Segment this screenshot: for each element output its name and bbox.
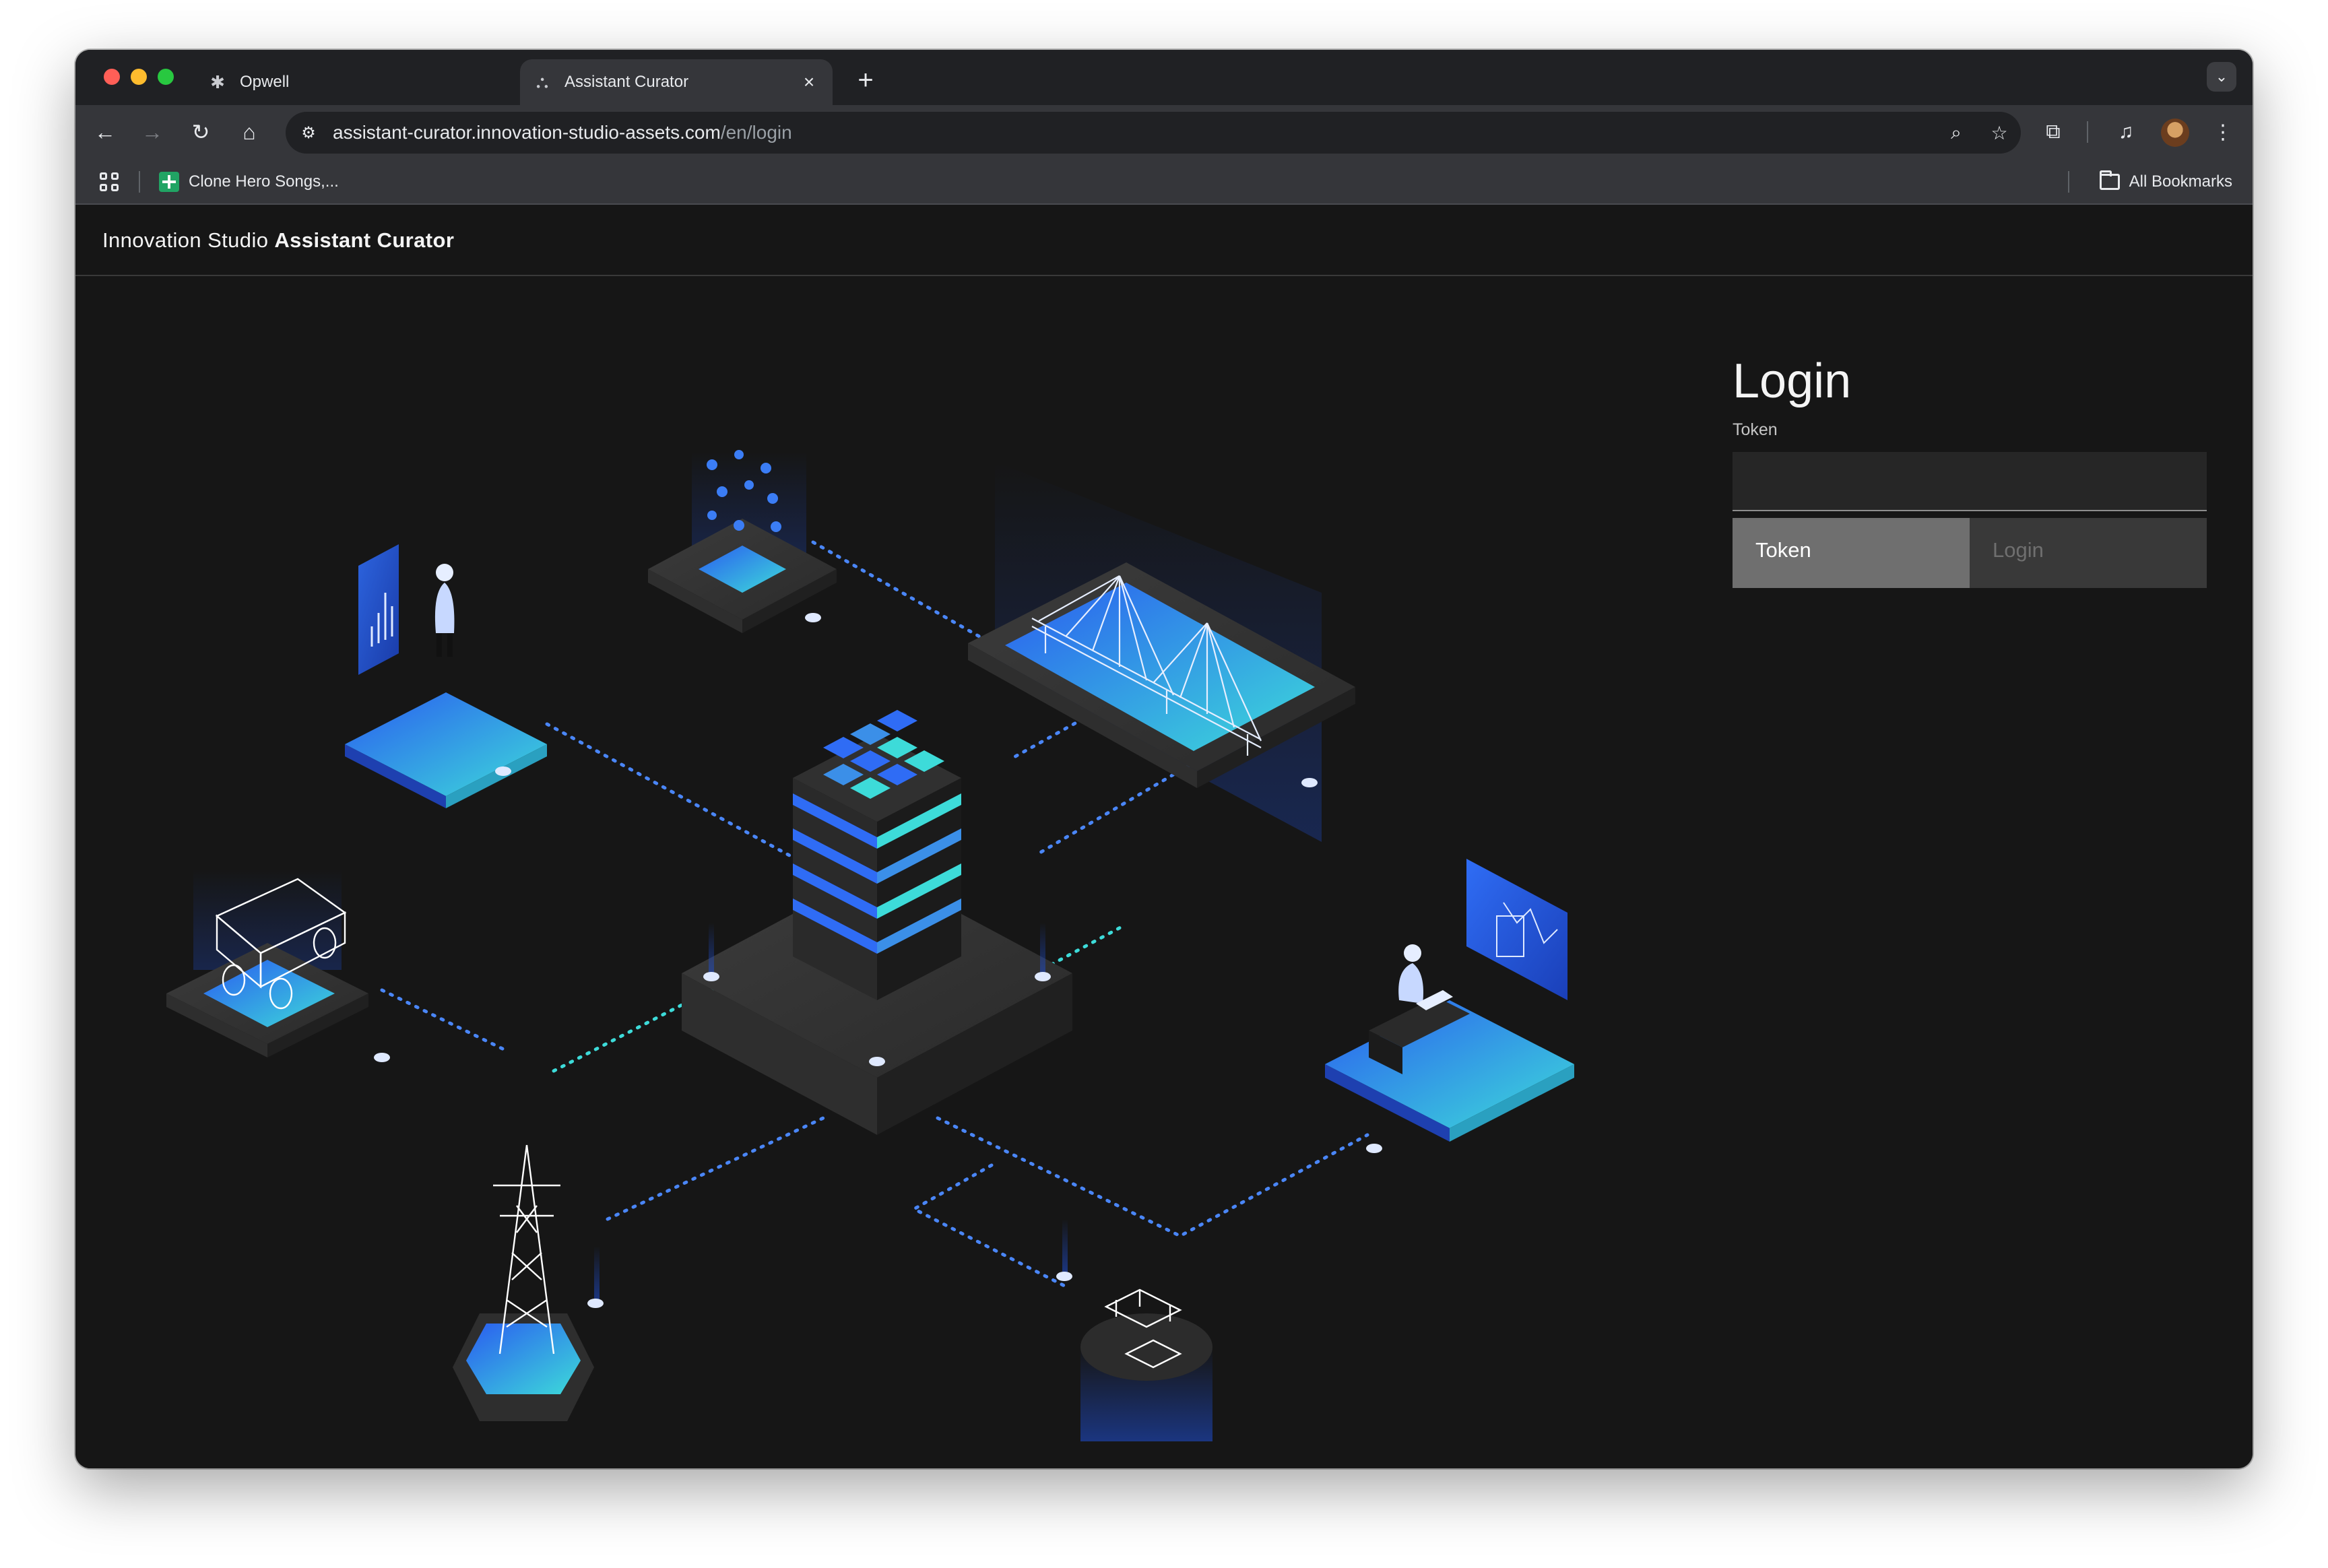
analyst-desk-platform (1325, 859, 1574, 1153)
opwell-icon: ✱ (210, 71, 225, 92)
scientist-platform (345, 544, 547, 808)
close-tab-icon[interactable]: × (798, 71, 820, 94)
tab-strip: ✱ Opwell × ⛬ Assistant Curator × + ⌄ (75, 50, 2253, 105)
url-path: /en/login (720, 122, 792, 143)
site-info-icon[interactable]: ⚙ (294, 118, 323, 148)
profile-avatar[interactable] (2161, 119, 2189, 147)
tab-search-button[interactable]: ⌄ (2207, 62, 2236, 92)
login-form: Login Token Token Login (1733, 357, 2207, 588)
new-tab-button[interactable]: + (850, 65, 881, 96)
back-button[interactable]: ← (89, 116, 121, 148)
all-bookmarks-label: All Bookmarks (2129, 172, 2232, 191)
mining-truck-platform (166, 869, 390, 1062)
extensions-icon[interactable]: ⧉ (2037, 116, 2069, 148)
apps-grid-icon[interactable] (97, 170, 121, 194)
token-label: Token (1733, 420, 1778, 439)
browser-window: ✱ Opwell × ⛬ Assistant Curator × + ⌄ ← →… (75, 50, 2253, 1468)
menu-kebab-icon[interactable]: ⋮ (2207, 116, 2239, 148)
bookmark-label: Clone Hero Songs,... (189, 172, 339, 191)
tab-title: Opwell (240, 73, 290, 91)
home-button[interactable]: ⌂ (233, 116, 265, 148)
toolbar-separator (2087, 121, 2088, 143)
isometric-illustration (166, 450, 1574, 1441)
close-window-button[interactable] (104, 69, 120, 85)
address-bar[interactable]: ⚙ assistant-curator.innovation-studio-as… (286, 112, 2021, 154)
bridge-platform (968, 461, 1355, 842)
brand-prefix: Innovation Studio (102, 228, 269, 252)
zoom-icon[interactable]: ⌕ (1941, 118, 1971, 148)
page-content: Innovation Studio Assistant Curator Logi… (75, 206, 2253, 1468)
token-button[interactable]: Token (1733, 518, 1970, 588)
architecture-drum-platform (1056, 1219, 1212, 1441)
media-controls-icon[interactable]: ♫ (2110, 116, 2142, 148)
login-button-row: Token Login (1733, 518, 2207, 588)
maximize-window-button[interactable] (158, 69, 174, 85)
app-header: Innovation Studio Assistant Curator (75, 206, 2253, 276)
bookmarks-separator (139, 171, 140, 193)
url-host: assistant-curator.innovation-studio-asse… (333, 122, 721, 143)
google-sheets-icon (159, 172, 179, 192)
tab-assistant-curator[interactable]: ⛬ Assistant Curator × (520, 59, 833, 105)
bookmark-clone-hero-songs[interactable]: Clone Hero Songs,... (159, 168, 339, 195)
bookmark-star-icon[interactable]: ☆ (1984, 118, 2014, 148)
login-title: Login (1733, 354, 1852, 408)
token-input[interactable] (1733, 452, 2207, 511)
bookmarks-bar: Clone Hero Songs,... All Bookmarks (75, 159, 2253, 205)
bookmarks-separator (2068, 171, 2069, 193)
minimize-window-button[interactable] (131, 69, 147, 85)
reload-button[interactable]: ↻ (185, 116, 217, 148)
forward-button[interactable]: → (136, 116, 168, 148)
login-button[interactable]: Login (1970, 518, 2207, 588)
folder-icon (2099, 170, 2120, 190)
central-server-platform (682, 710, 1072, 1135)
url-text[interactable]: assistant-curator.innovation-studio-asse… (333, 122, 792, 143)
browser-toolbar: ← → ↻ ⌂ ⚙ assistant-curator.innovation-s… (75, 105, 2253, 159)
transmission-tower-platform (453, 1144, 604, 1421)
brand-name: Assistant Curator (274, 228, 455, 252)
tab-title: Assistant Curator (564, 73, 689, 91)
all-bookmarks-button[interactable]: All Bookmarks (2099, 168, 2232, 195)
assistant-curator-icon: ⛬ (536, 71, 549, 92)
data-particle-platform (648, 450, 837, 633)
